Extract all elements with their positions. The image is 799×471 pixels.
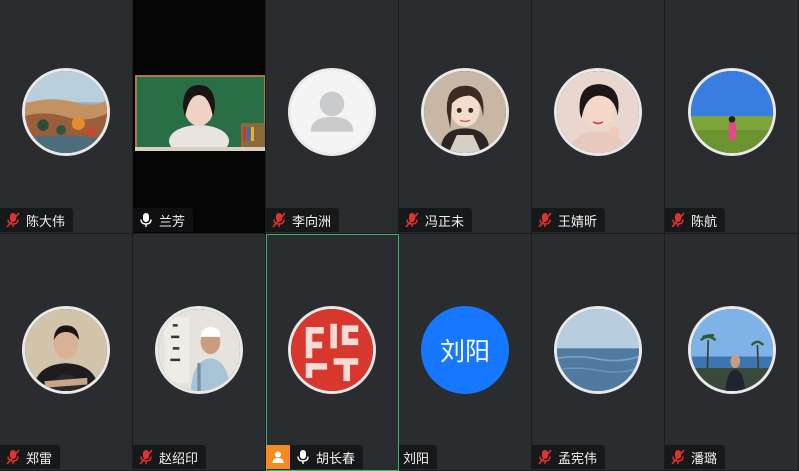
- participant-tile-video[interactable]: 兰芳: [133, 0, 266, 234]
- avatar: [155, 306, 243, 394]
- nameplate: 兰芳: [133, 208, 194, 232]
- avatar: [22, 67, 110, 156]
- nameplate: 郑雷: [0, 445, 61, 469]
- avatar: [22, 306, 110, 394]
- video-feed: [135, 75, 265, 151]
- nameplate: 王婧昕: [532, 208, 606, 232]
- participant-tile[interactable]: 刘阳 刘阳: [399, 234, 532, 471]
- mic-muted-icon[interactable]: [6, 212, 20, 228]
- participant-tile[interactable]: 陈航: [665, 0, 799, 234]
- nameplate: 刘阳: [399, 445, 438, 469]
- mic-muted-icon[interactable]: [671, 212, 685, 228]
- participant-name: 刘阳: [403, 451, 430, 467]
- mic-icon[interactable]: [296, 449, 310, 465]
- participant-tile[interactable]: 陈大伟: [0, 0, 133, 234]
- participant-name: 兰芳: [159, 214, 186, 230]
- mic-muted-icon[interactable]: [538, 212, 552, 228]
- avatar: [687, 67, 776, 156]
- participant-name: 王婧昕: [558, 214, 598, 230]
- participant-name: 胡长春: [316, 451, 356, 467]
- participant-name: 孟宪伟: [558, 451, 598, 467]
- mic-muted-icon[interactable]: [538, 449, 552, 465]
- participant-name: 陈航: [691, 214, 718, 230]
- participant-tile[interactable]: 冯正未: [399, 0, 532, 234]
- mic-muted-icon[interactable]: [405, 212, 419, 228]
- participant-name: 赵绍印: [159, 451, 199, 467]
- mic-icon[interactable]: [139, 212, 153, 228]
- avatar: [554, 306, 642, 394]
- participant-tile[interactable]: 赵绍印: [133, 234, 266, 471]
- mic-muted-icon[interactable]: [6, 449, 20, 465]
- participant-name: 潘璐: [691, 451, 718, 467]
- nameplate: 陈航: [665, 208, 726, 232]
- avatar: [421, 67, 509, 156]
- default-user-icon: [288, 67, 376, 156]
- mic-muted-icon[interactable]: [671, 449, 685, 465]
- nameplate: 冯正未: [399, 208, 473, 232]
- text-avatar: 刘阳: [421, 306, 509, 394]
- participant-name: 冯正未: [425, 214, 465, 230]
- participant-name: 李向洲: [292, 214, 332, 230]
- mic-muted-icon[interactable]: [139, 449, 153, 465]
- nameplate: 潘璐: [665, 445, 726, 469]
- avatar: [288, 306, 376, 394]
- participant-tile[interactable]: 孟宪伟: [532, 234, 665, 471]
- participant-name: 郑雷: [26, 451, 53, 467]
- nameplate: 赵绍印: [133, 445, 207, 469]
- nameplate: 孟宪伟: [532, 445, 606, 469]
- nameplate: 李向洲: [266, 208, 340, 232]
- participant-tile-active[interactable]: 胡长春: [266, 234, 399, 471]
- participant-tile[interactable]: 郑雷: [0, 234, 133, 471]
- participant-tile[interactable]: 潘璐: [665, 234, 799, 471]
- participant-tile[interactable]: 李向洲: [266, 0, 399, 234]
- participant-grid: 陈大伟 兰芳 李向洲 冯正未 王婧昕 陈航 郑雷 赵绍印 胡长春 刘阳 刘阳 孟…: [0, 0, 799, 471]
- nameplate: 陈大伟: [0, 208, 74, 232]
- participant-name: 陈大伟: [26, 214, 66, 230]
- participant-tile[interactable]: 王婧昕: [532, 0, 665, 234]
- nameplate: 胡长春: [266, 445, 364, 469]
- avatar: [687, 306, 776, 394]
- host-user-icon: [266, 445, 290, 469]
- avatar: [554, 67, 642, 156]
- mic-muted-icon[interactable]: [272, 212, 286, 228]
